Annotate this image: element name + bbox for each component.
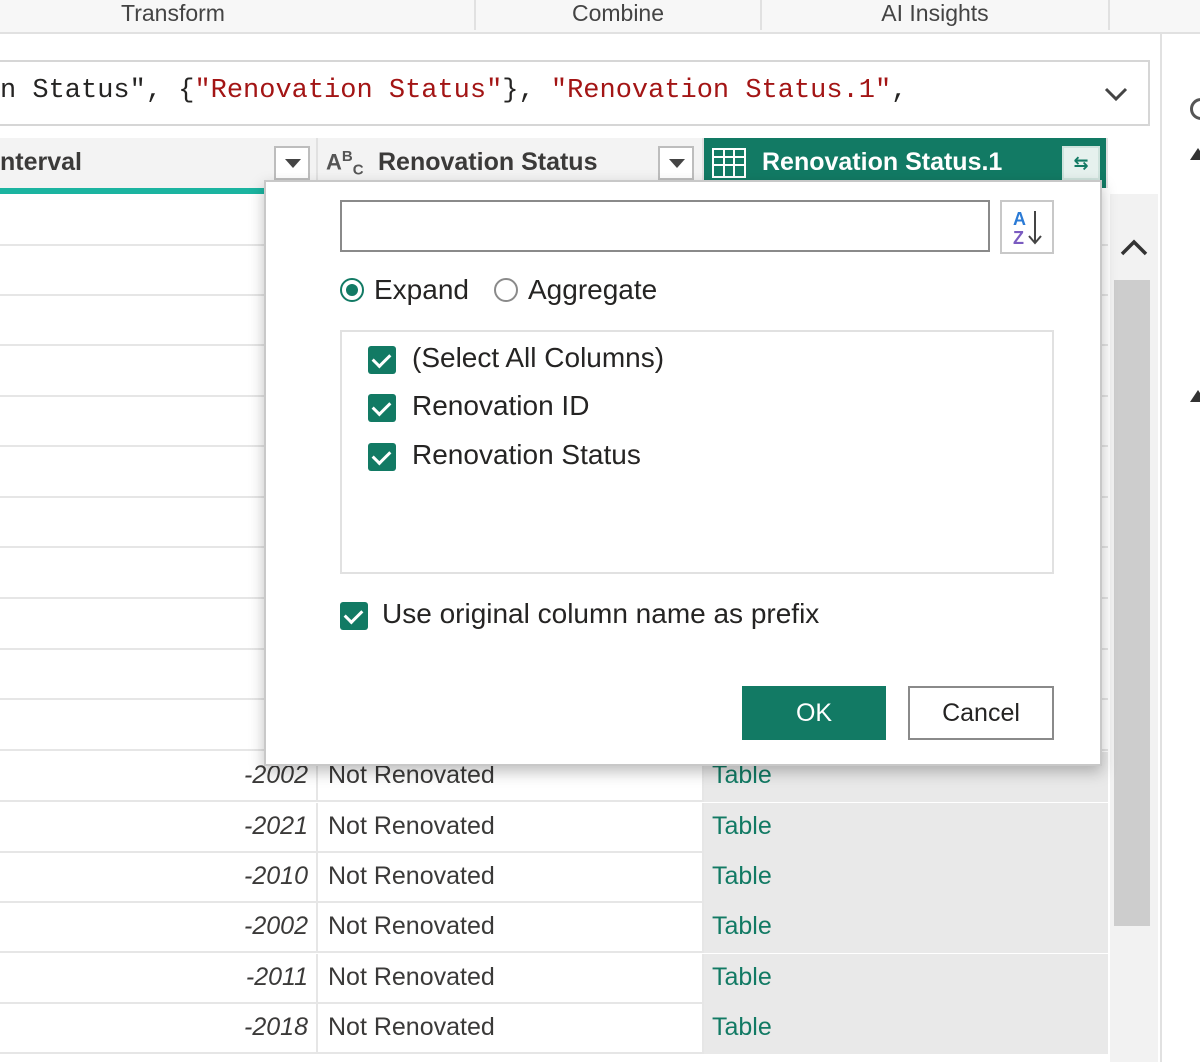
column-header-label: nterval — [0, 148, 82, 176]
table-row: -2011 Not Renovated Table — [0, 954, 1108, 1004]
cell-value: -2018 — [244, 1013, 308, 1041]
checkbox-indicator[interactable] — [368, 346, 396, 374]
table-row: -2010 Not Renovated Table — [0, 853, 1108, 903]
formula-mid: }, — [502, 76, 551, 106]
table-type-icon[interactable] — [712, 148, 746, 178]
formula-string-1: "Renovation Status" — [194, 76, 503, 106]
formula-string-2: "Renovation Status.1" — [550, 76, 892, 106]
chevron-down-icon[interactable] — [1102, 80, 1130, 108]
checkbox-indicator[interactable] — [368, 443, 396, 471]
vertical-scrollbar[interactable] — [1110, 194, 1158, 1062]
column-header-label: Renovation Status — [378, 148, 598, 176]
radio-expand-label: Expand — [374, 274, 469, 305]
sort-az-button[interactable]: A Z — [1000, 200, 1054, 254]
checkbox-label: Use original column name as prefix — [382, 598, 820, 629]
formula-text[interactable]: n Status", {"Renovation Status"}, "Renov… — [0, 76, 907, 106]
table-link[interactable]: Table — [712, 912, 772, 941]
cell-status: Not Renovated — [328, 812, 495, 840]
ribbon-group-labels: Transform Combine AI Insights — [0, 0, 1200, 34]
collapse-arrow-icon[interactable] — [1190, 148, 1200, 160]
column-filter-dropdown[interactable] — [274, 146, 310, 180]
query-settings-pane-edge — [1160, 34, 1200, 1062]
cell-status: Not Renovated — [328, 912, 495, 940]
cell-value: -2011 — [245, 963, 308, 991]
checkbox-label: (Select All Columns) — [412, 342, 665, 373]
radio-indicator[interactable] — [494, 278, 518, 302]
collapse-arrow-icon[interactable] — [1190, 390, 1200, 402]
sort-az-icon: A Z — [1013, 209, 1042, 248]
cell-value: -2010 — [244, 862, 308, 890]
table-link[interactable]: Table — [712, 862, 772, 891]
table-row: -2018 Not Renovated Table — [0, 1004, 1108, 1054]
formula-prefix: n Status", { — [0, 76, 195, 106]
circle-icon[interactable] — [1190, 98, 1200, 120]
table-link[interactable]: Table — [712, 812, 772, 841]
radio-aggregate-label: Aggregate — [528, 274, 658, 305]
checkbox-label: Renovation Status — [412, 439, 641, 470]
formula-suffix: , — [891, 76, 908, 106]
table-link[interactable]: Table — [712, 963, 772, 992]
column-search-input[interactable] — [340, 200, 990, 252]
scroll-up-icon[interactable] — [1118, 232, 1150, 264]
cancel-button[interactable]: Cancel — [908, 686, 1054, 740]
ribbon-separator — [1108, 0, 1110, 30]
ok-button[interactable]: OK — [742, 686, 886, 740]
column-list: (Select All Columns) Renovation ID Renov… — [340, 330, 1054, 574]
checkbox-label: Renovation ID — [412, 390, 590, 421]
scrollbar-thumb[interactable] — [1114, 280, 1150, 926]
svg-text:A: A — [1013, 209, 1026, 229]
column-filter-dropdown[interactable] — [658, 146, 694, 180]
checkbox-indicator[interactable] — [368, 394, 396, 422]
checkbox-indicator[interactable] — [340, 602, 368, 630]
cell-status: Not Renovated — [328, 862, 495, 890]
formula-bar[interactable]: n Status", {"Renovation Status"}, "Renov… — [0, 60, 1150, 126]
cell-status: Not Renovated — [328, 1013, 495, 1041]
expand-columns-icon[interactable]: ⇆ — [1062, 146, 1100, 180]
table-row: -2002 Not Renovated Table — [0, 903, 1108, 953]
column-header-label: Renovation Status.1 — [762, 148, 1003, 176]
expand-columns-dialog: A Z Expand Aggregate (Select All Columns… — [264, 180, 1102, 766]
abc-text-type-icon[interactable]: ABC — [326, 148, 364, 179]
svg-text:Z: Z — [1013, 228, 1024, 248]
table-row: -2021 Not Renovated Table — [0, 803, 1108, 853]
column-quality-bar — [0, 188, 266, 194]
table-link[interactable]: Table — [712, 1013, 772, 1042]
ribbon-group-ai-insights: AI Insights — [881, 0, 989, 26]
ribbon-group-combine: Combine — [571, 0, 665, 26]
ribbon-group-transform: Transform — [121, 0, 225, 26]
cell-value: -2021 — [244, 812, 308, 840]
cell-value: -2002 — [244, 912, 308, 940]
cell-status: Not Renovated — [328, 963, 495, 991]
radio-indicator[interactable] — [340, 278, 364, 302]
